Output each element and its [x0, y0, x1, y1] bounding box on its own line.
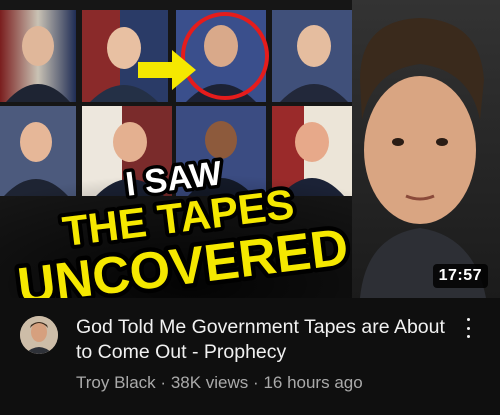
portrait-4 [272, 10, 356, 102]
channel-name[interactable]: Troy Black [76, 373, 156, 392]
video-byline: Troy Black · 38K views · 16 hours ago [76, 373, 363, 393]
video-meta: God Told Me Government Tapes are About t… [0, 298, 500, 415]
avatar-icon [20, 316, 58, 354]
separator: · [253, 373, 259, 392]
portrait-1 [0, 10, 76, 102]
portrait-2 [82, 10, 168, 102]
portrait-3-highlighted [176, 10, 269, 102]
presenter-portrait [352, 0, 500, 298]
channel-avatar[interactable] [20, 316, 58, 354]
video-thumbnail[interactable]: I SAW THE TAPES UNCOVERED 17:57 [0, 0, 500, 298]
upload-age: 16 hours ago [263, 373, 363, 392]
video-title[interactable]: God Told Me Government Tapes are About t… [76, 315, 448, 365]
thumbnail-art: I SAW THE TAPES UNCOVERED [0, 0, 500, 298]
separator: · [160, 373, 167, 392]
duration-badge: 17:57 [432, 264, 488, 288]
more-options-icon[interactable] [460, 318, 476, 338]
view-count: 38K views [170, 373, 249, 392]
